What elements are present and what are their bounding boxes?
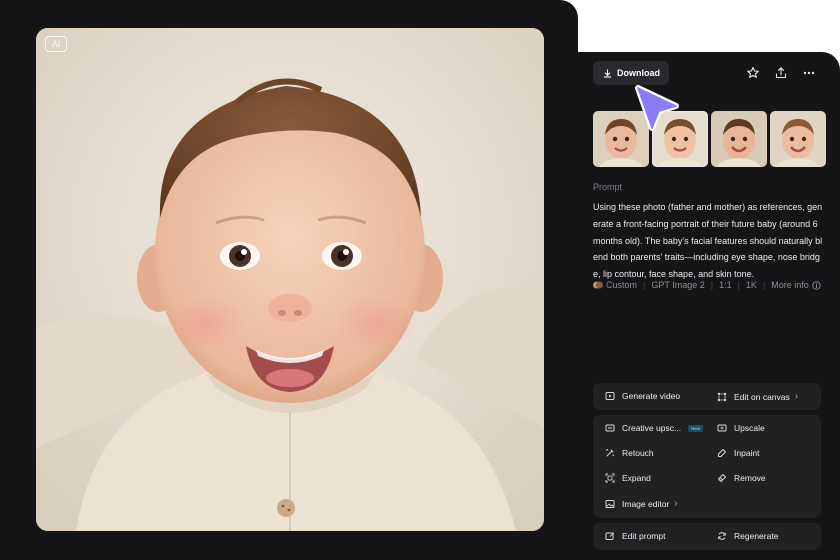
new-badge: New [688, 424, 704, 432]
prompt-text: Using these photo (father and mother) as… [593, 202, 823, 280]
edit-prompt-button[interactable]: Edit prompt [605, 531, 665, 541]
regenerate-icon [718, 532, 726, 540]
thumbnail-4[interactable] [770, 111, 826, 167]
share-icon[interactable] [774, 66, 788, 80]
edit-prompt-label: Edit prompt [622, 531, 666, 541]
pointer-cursor-icon [635, 85, 679, 131]
image-editor-button[interactable]: Image editor › [605, 498, 678, 509]
divider: | [643, 280, 646, 290]
more-icon[interactable] [802, 66, 816, 80]
baby-portrait-illustration [36, 28, 544, 531]
ai-badge: AI [45, 36, 67, 52]
generation-meta: Custom | GPT Image 2 | 1:1 | 1K | More i… [593, 280, 821, 290]
canvas-icon [717, 392, 727, 401]
inpaint-label: Inpaint [734, 448, 760, 458]
download-icon [603, 68, 612, 77]
divider: | [762, 280, 766, 290]
generate-video-label: Generate video [622, 391, 681, 401]
regenerate-label: Regenerate [734, 531, 779, 541]
download-label: Download [617, 68, 660, 78]
regenerate-button[interactable]: Regenerate [717, 531, 778, 541]
info-icon [812, 280, 821, 290]
prompt-label: Prompt [593, 182, 623, 192]
resolution-label: 1K [745, 280, 757, 290]
inpaint-icon [718, 449, 726, 457]
thumbnail-strip [593, 111, 826, 167]
retouch-icon [606, 449, 615, 457]
inpaint-button[interactable]: Inpaint [717, 448, 760, 458]
thumbnail-image [770, 111, 826, 167]
upscale-icon [717, 424, 727, 432]
style-thumbnail-icon [593, 281, 603, 289]
image-editor-label: Image editor [622, 498, 670, 509]
creative-upscale-label: Creative upsc... [622, 423, 682, 433]
edit-prompt-icon [605, 532, 615, 540]
retouch-button[interactable]: Retouch [605, 448, 654, 458]
divider: | [737, 280, 740, 290]
expand-button[interactable]: Expand [605, 473, 651, 483]
chevron-right-icon: › [674, 498, 678, 509]
retouch-label: Retouch [622, 448, 654, 458]
style-tag[interactable]: Custom [593, 280, 637, 290]
more-info-link[interactable]: More info [771, 280, 821, 290]
edit-on-canvas-label: Edit on canvas [734, 391, 790, 402]
model-label: GPT Image 2 [651, 280, 705, 290]
creative-upscale-button[interactable]: Creative upsc... New [605, 423, 704, 433]
video-icon [605, 392, 615, 400]
star-icon[interactable] [746, 66, 760, 80]
expand-icon [605, 473, 615, 483]
remove-label: Remove [734, 473, 766, 483]
image-editor-icon [605, 499, 615, 508]
creative-upscale-icon [605, 424, 615, 432]
divider: | [710, 280, 714, 290]
more-info-label: More info [771, 280, 809, 290]
image-card: AI [0, 0, 578, 560]
thumbnail-image [711, 111, 767, 167]
thumbnail-3[interactable] [711, 111, 767, 167]
expand-label: Expand [622, 473, 651, 483]
style-label: Custom [606, 280, 638, 290]
ratio-label: 1:1 [719, 280, 732, 290]
download-button[interactable]: Download [593, 61, 669, 85]
chevron-right-icon: › [794, 391, 799, 402]
generated-baby-photo[interactable] [36, 28, 544, 531]
generate-video-button[interactable]: Generate video [605, 391, 680, 401]
eraser-icon [718, 474, 726, 482]
edit-on-canvas-button[interactable]: Edit on canvas › [717, 391, 798, 402]
upscale-button[interactable]: Upscale [717, 423, 765, 433]
upscale-label: Upscale [734, 423, 765, 433]
remove-button[interactable]: Remove [717, 473, 766, 483]
app-stage: AI Download Prompt Using these photo (fa… [0, 0, 840, 560]
